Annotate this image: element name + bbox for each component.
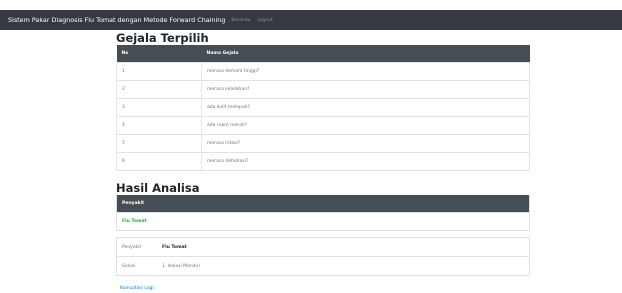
gejala-name: ada ruam merah? — [201, 116, 530, 135]
row-number: 1 — [116, 62, 202, 81]
gejala-title: Gejala Terpilih — [116, 31, 209, 45]
hasil-title: Hasil Analisa — [116, 181, 200, 195]
gejala-name: merasa iritasi? — [201, 134, 530, 153]
nav-link-logout[interactable]: Logout — [257, 18, 272, 23]
gejala-name: merasa demam tinggi? — [201, 62, 530, 81]
row-number: 4 — [116, 116, 202, 135]
detail-value-penyakit: Flu Tomat — [157, 237, 530, 257]
table-row: 3 ada kulit melepuh? — [116, 98, 530, 117]
gejala-table: No Nama Gejala 1 merasa demam tinggi? 2 … — [116, 45, 530, 171]
nav-link-beranda[interactable]: Beranda — [231, 18, 250, 23]
hasil-card: Penyakit Flu Tomat — [116, 195, 530, 231]
table-row: 1 merasa demam tinggi? — [116, 62, 530, 81]
gejala-section: Gejala Terpilih No Nama Gejala 1 merasa … — [116, 31, 530, 171]
hasil-section: Hasil Analisa Penyakit Flu Tomat Penyaki… — [116, 181, 530, 276]
column-header-nama-gejala: Nama Gejala — [201, 45, 530, 63]
navbar-brand[interactable]: Sistem Pakar Diagnosis Flu Tomat dengan … — [8, 16, 225, 24]
penyakit-result: Flu Tomat — [117, 212, 529, 230]
gejala-name: ada kulit melepuh? — [201, 98, 530, 117]
gejala-name: merasa kelelahan? — [201, 80, 530, 99]
konsultasi-lagi-link[interactable]: Konsultasi Lagi — [120, 286, 154, 291]
hasil-detail: Penyakit Flu Tomat Solusi 1. Isolasi Man… — [116, 237, 530, 276]
table-row: 6 merasa dehidrasi? — [116, 152, 530, 171]
row-number: 3 — [116, 98, 202, 117]
row-number: 2 — [116, 80, 202, 99]
detail-value-solusi: 1. Isolasi Mandiri — [157, 256, 530, 276]
navbar: Sistem Pakar Diagnosis Flu Tomat dengan … — [0, 10, 622, 30]
table-row: Solusi 1. Isolasi Mandiri — [116, 256, 530, 276]
column-header-no: No — [116, 45, 202, 63]
table-row: 5 merasa iritasi? — [116, 134, 530, 153]
hasil-detail-table: Penyakit Flu Tomat Solusi 1. Isolasi Man… — [116, 237, 530, 276]
row-number: 5 — [116, 134, 202, 153]
table-row: 4 ada ruam merah? — [116, 116, 530, 135]
gejala-table-header: No Nama Gejala — [116, 45, 530, 63]
detail-label-solusi: Solusi — [116, 256, 157, 276]
table-row: Penyakit Flu Tomat — [116, 237, 530, 257]
gejala-name: merasa dehidrasi? — [201, 152, 530, 171]
penyakit-header: Penyakit — [117, 195, 529, 212]
table-row: 2 merasa kelelahan? — [116, 80, 530, 99]
detail-label-penyakit: Penyakit — [116, 237, 157, 257]
row-number: 6 — [116, 152, 202, 171]
